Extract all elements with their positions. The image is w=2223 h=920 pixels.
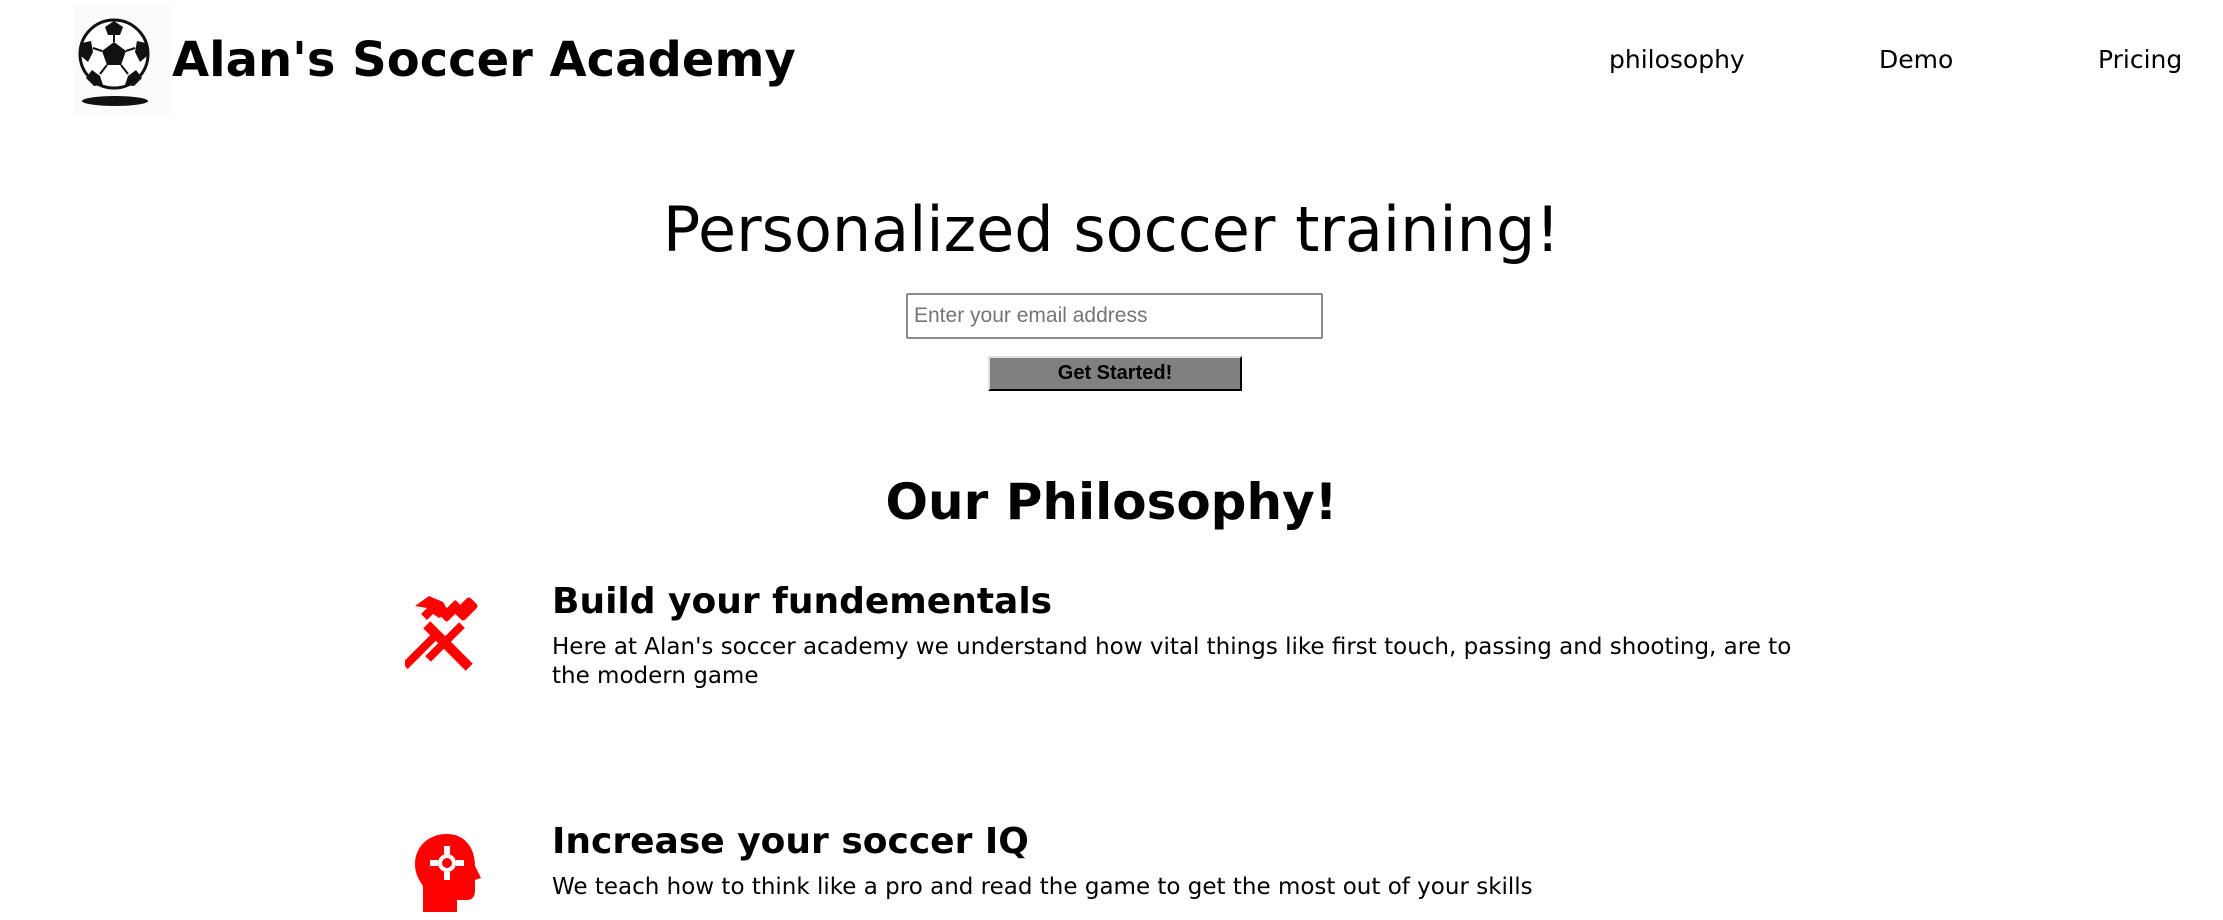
logo[interactable] [74, 4, 170, 116]
head-gear-icon [405, 830, 491, 916]
feature-title-soccer-iq: Increase your soccer IQ [552, 821, 1029, 862]
feature-text-soccer-iq: We teach how to think like a pro and rea… [552, 874, 1533, 900]
hero-title: Personalized soccer training! [662, 193, 1561, 266]
feature-text-fundamentals: Here at Alan's soccer academy we underst… [552, 634, 1792, 689]
get-started-button[interactable]: Get Started! [988, 356, 1242, 391]
philosophy-title: Our Philosophy! [885, 473, 1338, 531]
brand-name: Alan's Soccer Academy [172, 32, 796, 88]
nav-link-pricing[interactable]: Pricing [2098, 42, 2182, 78]
email-input[interactable] [906, 293, 1323, 339]
tools-icon [402, 592, 491, 678]
nav-link-demo[interactable]: Demo [1879, 42, 1953, 78]
site-header: Alan's Soccer Academy philosophy Demo Pr… [0, 0, 2223, 120]
soccer-ball-icon [78, 18, 150, 106]
feature-title-fundamentals: Build your fundementals [552, 581, 1053, 622]
nav-link-philosophy[interactable]: philosophy [1609, 42, 1745, 78]
